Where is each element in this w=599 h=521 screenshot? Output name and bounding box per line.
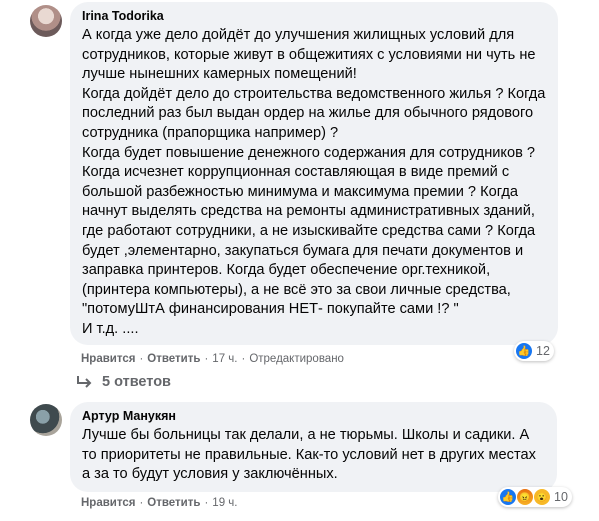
like-icon: 👍 [500, 489, 516, 505]
comment-line: И т.д. .... [82, 320, 139, 337]
comment-author[interactable]: Irina Todorika [82, 8, 546, 24]
reaction-count: 12 [536, 344, 550, 358]
comment-line: то приоритеты не правильные. Как-то усло… [82, 446, 536, 463]
like-button[interactable]: Нравится [81, 497, 135, 509]
comment-line: заправка принтеров. Когда будет обеспече… [82, 262, 491, 279]
comment-actions: Нравится · Ответить · 19 ч. [81, 497, 238, 509]
like-button[interactable]: Нравится [81, 353, 135, 365]
comment-line: А когда уже дело дойдёт до улучшения жил… [82, 27, 515, 43]
reply-button[interactable]: Ответить [147, 353, 200, 365]
comment-line: будет ,элементарно, закупаться бумага дл… [82, 242, 524, 259]
comment-line: сотрудников, которые живут в общежитиях … [82, 46, 536, 63]
comment-line: Когда исчезнет коррупционная составляюща… [82, 164, 510, 181]
edited-label: Отредактировано [249, 353, 344, 365]
comment-actions: Нравится · Ответить · 17 ч. · Отредактировано [81, 353, 344, 365]
comment-line: а за то будут условия у заключённых. [82, 466, 338, 483]
reaction-summary[interactable]: 👍 😠 😮 10 [498, 487, 572, 507]
like-icon: 👍 [516, 343, 532, 359]
comment-line: большой разбежностью минимума и максимум… [82, 183, 519, 200]
wow-icon: 😮 [534, 489, 550, 505]
comment-line: последний раз был выдан ордер на жилье д… [82, 105, 534, 122]
comment-line: сотрудника (прапорщика например) ? [82, 124, 339, 141]
comment-timestamp[interactable]: 17 ч. [212, 353, 237, 365]
reply-button[interactable]: Ответить [147, 497, 200, 509]
comment-line: где работают сотрудники, а не изыскивайт… [82, 222, 536, 239]
comment-timestamp[interactable]: 19 ч. [212, 497, 237, 509]
reply-arrow-icon [77, 376, 92, 388]
comment-bubble: Артур Манукян Лучше бы больницы так дела… [70, 402, 557, 492]
comment-line: лучше нынешних камерных помещений! [82, 66, 357, 83]
reaction-summary[interactable]: 👍 12 [514, 341, 554, 361]
comment-bubble: Irina Todorika А когда уже дело дойдёт д… [70, 2, 558, 345]
angry-icon: 😠 [517, 489, 533, 505]
comment-text: Лучше бы больницы так делали, а не тюрьм… [82, 426, 545, 485]
comment-line: Когда дойдёт дело до строительства ведом… [82, 85, 546, 102]
replies-count: 5 ответов [102, 374, 171, 390]
reaction-count: 10 [554, 490, 568, 504]
view-replies-button[interactable]: 5 ответов [76, 374, 171, 390]
comment-line: Когда будет повышение денежного содержан… [82, 144, 535, 161]
comment-line: (принтера компьютеры), а не всё это за с… [82, 281, 511, 298]
comment-line: начнут выделять средства на ремонты адми… [82, 203, 535, 220]
avatar[interactable] [30, 404, 62, 436]
comment-line: "потомуШтА финансирования НЕТ- покупайте… [82, 301, 459, 318]
comment-line: Лучше бы больницы так делали, а не тюрьм… [82, 427, 530, 443]
comment-author[interactable]: Артур Манукян [82, 408, 545, 424]
avatar[interactable] [30, 5, 62, 37]
comment-text: А когда уже дело дойдёт до улучшения жил… [82, 26, 546, 340]
